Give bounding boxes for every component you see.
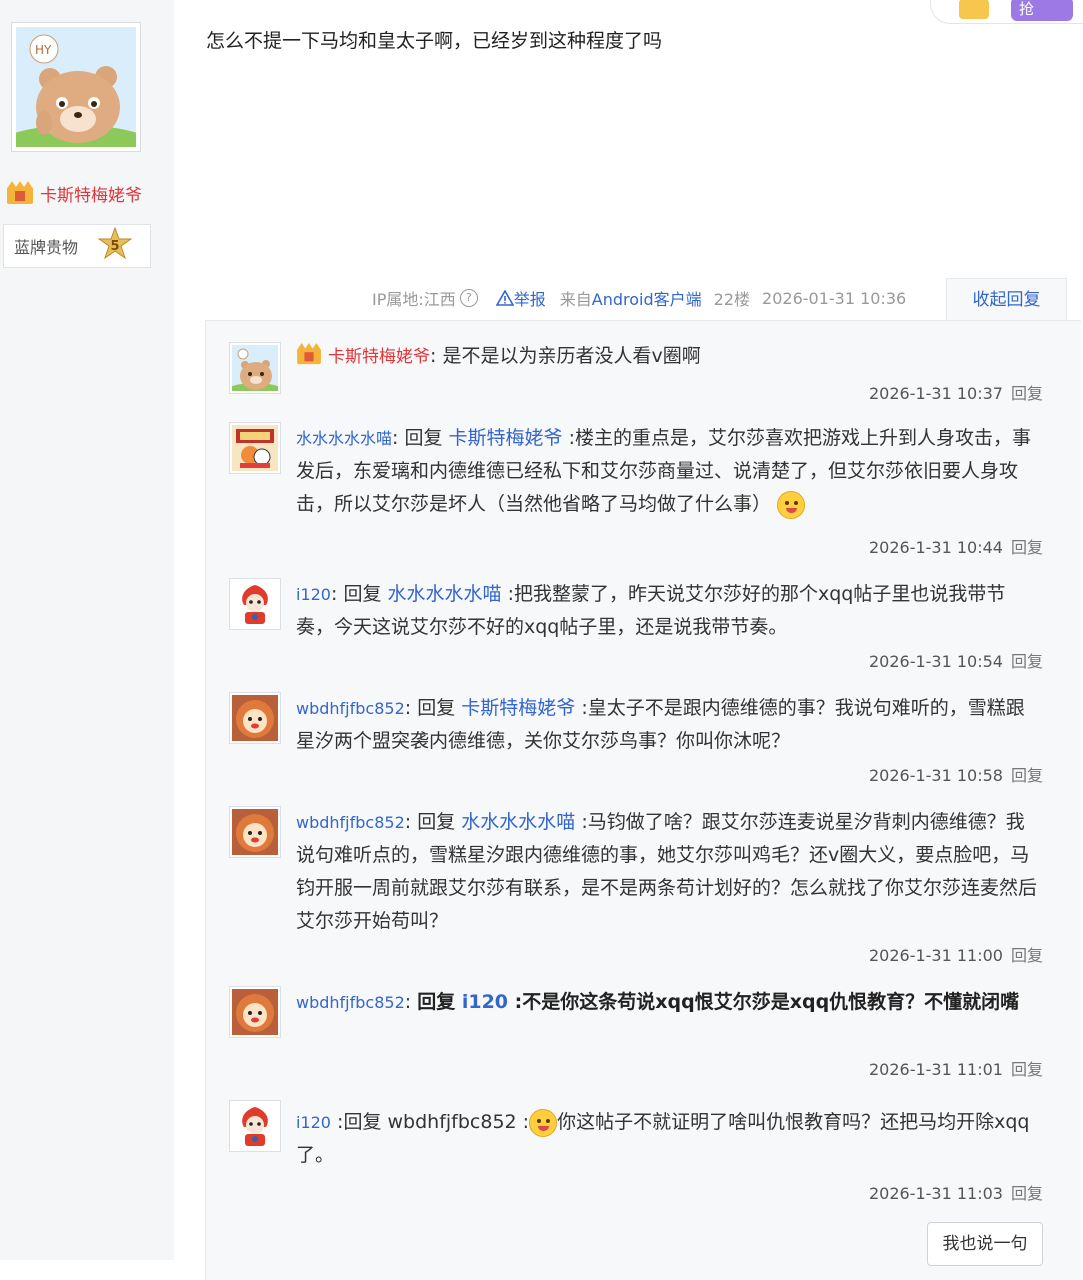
reply-item: i120 :回复 wbdhfjfbc852 : 你这帖子不就证明了啥叫仇恨教育吗？… (229, 1100, 1043, 1203)
reply-avatar[interactable] (229, 422, 281, 474)
author-avatar[interactable]: HY (11, 22, 141, 152)
reply-body: wbdhfjfbc852: 回复 水水水水水喵 :马钧做了啥？跟艾尔莎连麦说星汐… (296, 811, 1038, 932)
reply-time: 2026-1-31 11:01 回复 (868, 1060, 1043, 1079)
reply-item: wbdhfjfbc852: 回复 i120 :不是你这条苟说xqq恨艾尔莎是xq… (229, 986, 1043, 1086)
tongue-emoji-icon (777, 490, 806, 519)
reply-username[interactable]: wbdhfjfbc852 (296, 993, 405, 1012)
reply-button[interactable]: 回复 (1011, 538, 1043, 557)
reply-text: 是不是以为亲历者没人看v圈啊 (436, 345, 701, 367)
reply-time: 2026-1-31 10:54 回复 (868, 652, 1043, 671)
floating-toolbar: 抢 (930, 0, 1083, 24)
member-crown-icon (297, 343, 321, 365)
reply-item: i120: 回复 水水水水水喵 :把我整蒙了，昨天说艾尔莎好的那个xqq帖子里也… (229, 578, 1043, 678)
reply-prefix: 回复 (404, 427, 443, 449)
reply-button[interactable]: 回复 (1011, 946, 1043, 965)
add-reply-button[interactable]: 我也说一句 (927, 1222, 1043, 1266)
level-star-badge: 5 (97, 226, 133, 265)
reply-avatar[interactable] (229, 578, 281, 630)
reply-target-user[interactable]: wbdhfjfbc852 (388, 1111, 517, 1133)
reply-prefix: 回复 (417, 697, 456, 719)
reply-username[interactable]: wbdhfjfbc852 (296, 813, 405, 832)
floor-number: 22楼 (713, 290, 751, 309)
reply-username[interactable]: wbdhfjfbc852 (296, 699, 405, 718)
reply-time: 2026-1-31 10:44 回复 (868, 538, 1043, 557)
post-source: 来自Android客户端 (559, 290, 702, 309)
warning-icon (495, 290, 514, 306)
collapse-replies-tab[interactable]: 收起回复 (946, 278, 1067, 320)
reply-prefix: 回复 (343, 1111, 382, 1133)
reply-target-user[interactable]: i120 (462, 991, 508, 1013)
post-datetime: 2026-01-31 10:36 (762, 288, 907, 308)
member-crown-icon (7, 181, 33, 204)
gift-icon[interactable] (959, 0, 989, 19)
author-name[interactable]: 卡斯特梅姥爷 (40, 181, 142, 206)
reply-time: 2026-1-31 11:00 回复 (868, 946, 1043, 965)
reply-avatar[interactable] (229, 1100, 281, 1152)
reply-username[interactable]: i120 (296, 585, 331, 604)
reply-body: 水水水水水喵: 回复 卡斯特梅姥爷 :楼主的重点是，艾尔莎喜欢把游戏上升到人身攻… (296, 422, 1043, 521)
reply-item: 卡斯特梅姥爷: 是不是以为亲历者没人看v圈啊 2026-1-31 10:37 回复 (229, 340, 1043, 403)
reply-target-user[interactable]: 卡斯特梅姥爷 (461, 697, 575, 719)
author-info: 卡斯特梅姥爷 (6, 180, 142, 206)
reply-body: 卡斯特梅姥爷: 是不是以为亲历者没人看v圈啊 (296, 340, 1043, 374)
reply-avatar[interactable] (229, 806, 281, 858)
reply-text: :不是你这条苟说xqq恨艾尔莎是xqq仇恨教育？不懂就闭嘴 (514, 991, 1020, 1013)
reply-time: 2026-1-31 10:58 回复 (868, 766, 1043, 785)
reply-body: i120 :回复 wbdhfjfbc852 : 你这帖子不就证明了啥叫仇恨教育吗？… (296, 1106, 1043, 1172)
reply-username[interactable]: 卡斯特梅姥爷 (328, 347, 430, 367)
grin-emoji-icon (529, 1108, 558, 1137)
reply-username[interactable]: i120 (296, 1113, 331, 1132)
reply-avatar[interactable] (229, 986, 281, 1038)
level-name[interactable]: 蓝牌贵物 (14, 234, 78, 258)
post-content: 怎么不提一下马均和皇太子啊，已经岁到这种程度了吗 (206, 30, 663, 52)
bear-avatar-image: HY (16, 27, 136, 147)
reply-avatar[interactable] (229, 342, 281, 394)
svg-text:HY: HY (35, 43, 52, 57)
reply-item: 水水水水水喵: 回复 卡斯特梅姥爷 :楼主的重点是，艾尔莎喜欢把游戏上升到人身攻… (229, 422, 1043, 562)
level-number: 5 (111, 239, 120, 254)
reply-button[interactable]: 回复 (1011, 1184, 1043, 1203)
reply-prefix: 回复 (343, 583, 382, 605)
source-client-link[interactable]: Android客户端 (592, 290, 702, 309)
reply-button[interactable]: 回复 (1011, 766, 1043, 785)
report-label[interactable]: 举报 (514, 286, 546, 310)
reply-body: wbdhfjfbc852: 回复 i120 :不是你这条苟说xqq恨艾尔莎是xq… (296, 991, 1020, 1013)
reply-prefix: 回复 (417, 991, 456, 1013)
reply-time: 2026-1-31 11:03 回复 (868, 1184, 1043, 1203)
reply-prefix: 回复 (417, 811, 456, 833)
ip-location: IP属地:江西 (372, 290, 456, 309)
reply-button[interactable]: 回复 (1011, 384, 1043, 403)
help-icon[interactable]: ? (459, 289, 478, 307)
reply-item: wbdhfjfbc852: 回复 水水水水水喵 :马钧做了啥？跟艾尔莎连麦说星汐… (229, 806, 1043, 966)
reply-body: i120: 回复 水水水水水喵 :把我整蒙了，昨天说艾尔莎好的那个xqq帖子里也… (296, 583, 1006, 638)
report-link[interactable]: 举报 (495, 286, 546, 310)
reply-time: 2026-1-31 10:37 回复 (868, 384, 1043, 403)
author-level: 蓝牌贵物 5 (3, 224, 151, 268)
reply-button[interactable]: 回复 (1011, 652, 1043, 671)
reply-button[interactable]: 回复 (1011, 1060, 1043, 1079)
reply-target-user[interactable]: 水水水水水喵 (461, 811, 575, 833)
reply-target-user[interactable]: 水水水水水喵 (388, 583, 502, 605)
reply-item: wbdhfjfbc852: 回复 卡斯特梅姥爷 :皇太子不是跟内德维德的事？我说… (229, 692, 1043, 792)
reply-body: wbdhfjfbc852: 回复 卡斯特梅姥爷 :皇太子不是跟内德维德的事？我说… (296, 697, 1025, 752)
grab-button[interactable]: 抢 (1011, 0, 1073, 21)
post-meta: IP属地:江西 ? 举报 来自Android客户端 22楼 2026-01-31… (372, 286, 906, 310)
reply-avatar[interactable] (229, 692, 281, 744)
reply-username[interactable]: 水水水水水喵 (296, 429, 392, 448)
reply-target-user[interactable]: 卡斯特梅姥爷 (449, 427, 563, 449)
